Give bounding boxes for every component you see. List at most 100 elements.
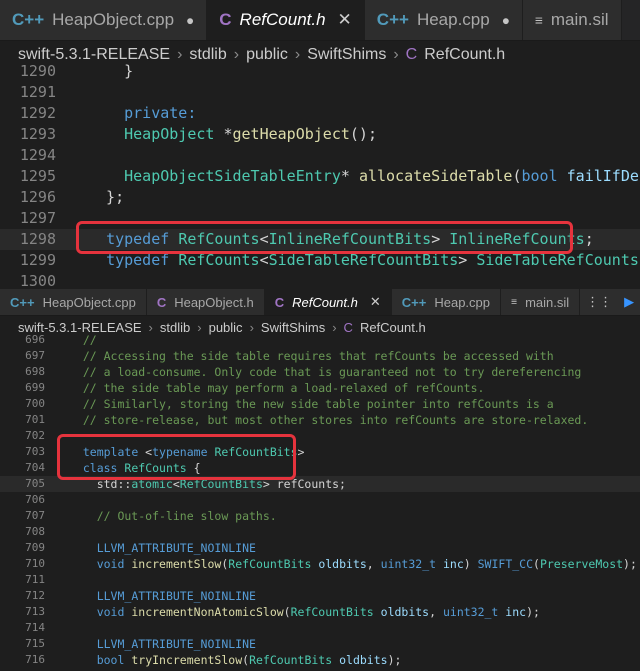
- tab-label: HeapObject.cpp: [52, 10, 175, 29]
- cpp-file-icon: C++: [376, 10, 409, 29]
- cpp-file-icon: C++: [10, 294, 35, 310]
- code-token: allocateSideTable: [358, 167, 513, 185]
- code-line: 708: [0, 524, 640, 540]
- code-token: inc: [505, 605, 527, 619]
- line-number: 716: [25, 653, 45, 666]
- code-line: 697 // Accessing the side table requires…: [0, 348, 640, 364]
- code-token: (: [283, 605, 291, 619]
- line-number: 712: [25, 589, 45, 602]
- code-token: };: [88, 188, 125, 206]
- code-line: 696 //: [0, 332, 640, 348]
- code-token: failIfDeiniting: [566, 167, 640, 185]
- code-line: 713 void incrementNonAtomicSlow(RefCount…: [0, 604, 640, 620]
- line-number: 709: [25, 541, 45, 554]
- code-token: );: [623, 557, 637, 571]
- code-line: 1290 }: [0, 61, 640, 82]
- highlight-box-template: [57, 434, 296, 480]
- close-icon[interactable]: ✕: [370, 294, 381, 310]
- code-text: };: [88, 187, 124, 208]
- code-line: 1295 HeapObjectSideTableEntry* allocateS…: [0, 166, 640, 187]
- c-header-icon: C: [219, 10, 232, 29]
- file-lines-icon: ≡: [534, 12, 543, 28]
- tab-main-sil[interactable]: ≡ main.sil: [522, 0, 622, 40]
- code-editor[interactable]: 696 //697 // Accessing the side table re…: [0, 332, 640, 668]
- code-line: 716 bool tryIncrementSlow(RefCountBits o…: [0, 652, 640, 668]
- line-number: 699: [25, 381, 45, 394]
- code-token: uint32_t: [380, 557, 437, 571]
- code-token: RefCountBits: [249, 653, 333, 667]
- run-icon[interactable]: ▶: [624, 295, 634, 310]
- line-number: 1293: [19, 125, 56, 143]
- line-number: 706: [25, 493, 45, 506]
- c-header-icon: C: [274, 294, 285, 310]
- code-line: 711: [0, 572, 640, 588]
- line-number: 1291: [19, 83, 56, 101]
- line-number: 707: [25, 509, 45, 522]
- code-token: // a load-consume. Only code that is gua…: [69, 365, 582, 379]
- tab-heapobject-h[interactable]: C HeapObject.h: [146, 289, 265, 315]
- editor-pane-bottom: C++ HeapObject.cpp C HeapObject.h C RefCount.…: [0, 289, 640, 671]
- line-number: 701: [25, 413, 45, 426]
- split-editor-icon[interactable]: ⋮⋮: [586, 295, 612, 310]
- code-text: // Out-of-line slow paths.: [69, 508, 277, 524]
- code-text: private:: [88, 103, 196, 124]
- code-line: 709 LLVM_ATTRIBUTE_NOINLINE: [0, 540, 640, 556]
- code-token: );: [526, 605, 540, 619]
- code-token: *: [340, 167, 359, 185]
- tab-actions: ⋮⋮ ▶: [580, 289, 640, 315]
- code-text: // store-release, but most other stores …: [69, 412, 588, 428]
- tab-heapobject-cpp[interactable]: C++ HeapObject.cpp ●: [0, 0, 208, 40]
- tab-refcount-h[interactable]: C RefCount.h ✕: [207, 0, 365, 40]
- code-editor[interactable]: 1290 } 1291 1292 private: 1293 HeapObject *…: [0, 61, 640, 289]
- code-token: HeapObjectSideTableEntry: [124, 167, 341, 185]
- code-token: // the side table may perform a load-rel…: [69, 381, 485, 395]
- code-token: HeapObject: [124, 125, 215, 143]
- line-number: 710: [25, 557, 45, 570]
- tab-heapobject-cpp[interactable]: C++ HeapObject.cpp: [0, 289, 147, 315]
- tab-bar: C++ HeapObject.cpp ● C RefCount.h ✕ C++ Heap.cp…: [0, 0, 640, 41]
- line-number: 714: [25, 621, 45, 634]
- close-icon[interactable]: ✕: [338, 10, 352, 30]
- code-text: void incrementNonAtomicSlow(RefCountBits…: [69, 604, 540, 620]
- code-token: SWIFT_CC: [477, 557, 534, 571]
- code-line: 699 // the side table may perform a load…: [0, 380, 640, 396]
- line-number: 700: [25, 397, 45, 410]
- code-token: // Out-of-line slow paths.: [69, 509, 277, 523]
- tab-heap-cpp[interactable]: C++ Heap.cpp ●: [364, 0, 523, 40]
- editor-pane-top: C++ HeapObject.cpp ● C RefCount.h ✕ C++ Heap.cp…: [0, 0, 640, 289]
- code-token: LLVM_ATTRIBUTE_NOINLINE: [96, 541, 256, 555]
- code-text: // Accessing the side table requires tha…: [69, 348, 554, 364]
- code-line: 1291: [0, 82, 640, 103]
- cpp-file-icon: C++: [12, 10, 45, 29]
- code-token: *: [214, 125, 233, 143]
- code-token: LLVM_ATTRIBUTE_NOINLINE: [96, 637, 256, 651]
- tab-label: main.sil: [525, 294, 570, 310]
- code-token: (: [533, 557, 540, 571]
- tab-refcount-h[interactable]: C RefCount.h ✕: [264, 289, 392, 315]
- code-token: RefCountBits: [290, 605, 374, 619]
- code-token: bool: [521, 167, 558, 185]
- line-number: 1292: [19, 104, 56, 122]
- code-token: }: [88, 62, 134, 80]
- tab-heap-cpp[interactable]: C++ Heap.cpp: [391, 289, 501, 315]
- line-number: 713: [25, 605, 45, 618]
- tab-label: HeapObject.cpp: [42, 294, 136, 310]
- code-token: oldbits: [380, 605, 430, 619]
- line-number: 1290: [19, 62, 56, 80]
- line-number: 698: [25, 365, 45, 378]
- code-text: // the side table may perform a load-rel…: [69, 380, 485, 396]
- tab-main-sil[interactable]: ≡ main.sil: [501, 289, 581, 315]
- code-line: 706: [0, 492, 640, 508]
- code-line: 707 // Out-of-line slow paths.: [0, 508, 640, 524]
- code-text: void incrementSlow (RefCountBits oldbits,…: [69, 556, 637, 572]
- code-line: 1300: [0, 271, 640, 289]
